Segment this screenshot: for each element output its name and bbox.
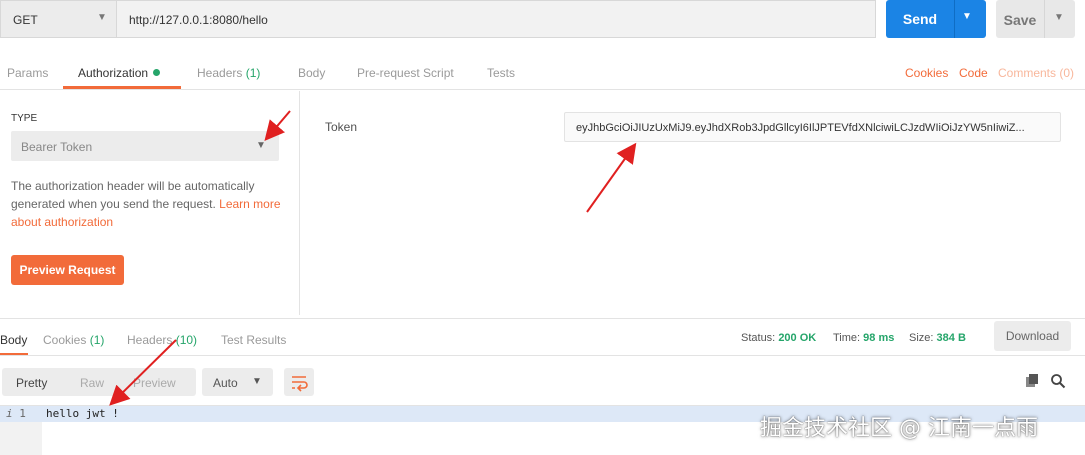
- arrow-to-token: [586, 142, 637, 213]
- time-value: 98 ms: [863, 332, 895, 344]
- url-value: http://127.0.0.1:8080/hello: [129, 13, 268, 27]
- chevron-down-icon: ▼: [252, 376, 262, 387]
- send-button[interactable]: Send ▼: [886, 0, 986, 38]
- tab-tests[interactable]: Tests: [487, 66, 515, 80]
- tab-response-body[interactable]: Body: [0, 333, 27, 347]
- tab-label: Test Results: [221, 333, 287, 347]
- tab-count: (10): [175, 333, 198, 347]
- token-input[interactable]: eyJhbGciOiJIUzUxMiJ9.eyJhdXRob3JpdGllcyI…: [564, 112, 1061, 142]
- tab-label: Tests: [487, 66, 516, 80]
- tab-count: (1): [89, 333, 105, 347]
- response-body-text: hello jwt !: [46, 407, 119, 420]
- status-info: Status: 200 OK: [741, 332, 816, 344]
- fold-icon: i: [6, 407, 13, 420]
- chevron-down-icon: ▼: [97, 12, 107, 23]
- tab-headers[interactable]: Headers (1): [197, 66, 260, 80]
- tab-label: Headers: [127, 333, 173, 347]
- cookies-link[interactable]: Cookies: [905, 66, 948, 80]
- line-number-value: 1: [19, 407, 26, 420]
- method-select[interactable]: GET ▼: [0, 0, 117, 38]
- view-mode-group: Pretty Raw Preview: [2, 368, 196, 396]
- send-label: Send: [902, 11, 938, 27]
- watermark: 掘金技术社区 @ 江南一点雨: [760, 416, 1038, 441]
- search-icon[interactable]: [1050, 373, 1066, 392]
- time-info: Time: 98 ms: [833, 332, 894, 344]
- wrap-button[interactable]: [284, 368, 314, 396]
- method-value: GET: [13, 13, 38, 27]
- tab-response-headers[interactable]: Headers (10): [127, 333, 197, 347]
- size-value: 384 B: [936, 332, 966, 344]
- chevron-down-icon: ▼: [256, 140, 266, 151]
- send-divider: [954, 0, 955, 38]
- copy-icon[interactable]: [1024, 373, 1040, 392]
- auth-type-value: Bearer Token: [21, 140, 93, 154]
- size-info: Size: 384 B: [909, 332, 966, 344]
- active-dot-icon: [153, 69, 161, 76]
- token-label: Token: [325, 120, 358, 134]
- wrap-icon: [292, 376, 308, 392]
- tab-label: Body: [0, 333, 28, 347]
- format-select[interactable]: Auto ▼: [202, 368, 273, 396]
- request-tabs: Params Authorization Headers (1) Body Pr…: [0, 50, 1085, 90]
- save-label: Save: [1003, 12, 1037, 28]
- send-dropdown-icon[interactable]: ▼: [962, 11, 972, 22]
- auth-type-select[interactable]: Bearer Token ▼: [11, 131, 279, 161]
- tab-params[interactable]: Params: [7, 66, 48, 80]
- comments-link[interactable]: Comments (0): [998, 66, 1074, 80]
- code-link[interactable]: Code: [959, 66, 988, 80]
- tab-label: Pre-request Script: [357, 66, 454, 80]
- tab-label: Cookies: [43, 333, 87, 347]
- tab-count: (1): [245, 66, 261, 80]
- download-button[interactable]: Download: [994, 321, 1071, 351]
- type-label: TYPE: [11, 113, 38, 124]
- view-preview[interactable]: Preview: [133, 376, 176, 390]
- tab-label: Body: [298, 66, 326, 80]
- tab-label: Headers: [197, 66, 243, 80]
- response-tabs: Body Cookies (1) Headers (10) Test Resul…: [0, 318, 1085, 356]
- time-label: Time:: [833, 332, 861, 344]
- tab-body[interactable]: Body: [298, 66, 325, 80]
- line-number: i 1: [6, 407, 26, 420]
- tab-pre-request-script[interactable]: Pre-request Script: [357, 66, 454, 80]
- status-value: 200 OK: [778, 332, 817, 344]
- tab-authorization[interactable]: Authorization: [78, 66, 161, 80]
- preview-request-button[interactable]: Preview Request: [11, 255, 124, 285]
- token-value: eyJhbGciOiJIUzUxMiJ9.eyJhdXRob3JpdGllcyI…: [576, 122, 1025, 134]
- size-label: Size:: [909, 332, 934, 344]
- save-button[interactable]: Save ▼: [996, 0, 1075, 38]
- tab-label: Authorization: [78, 66, 149, 80]
- view-raw[interactable]: Raw: [80, 376, 104, 390]
- tab-response-cookies[interactable]: Cookies (1): [43, 333, 104, 347]
- active-response-tab-indicator: [0, 353, 28, 355]
- url-input[interactable]: http://127.0.0.1:8080/hello: [117, 0, 876, 38]
- auth-description: The authorization header will be automat…: [11, 177, 286, 231]
- tab-label: Params: [7, 66, 49, 80]
- description-text: The authorization header will be automat…: [11, 179, 255, 211]
- save-divider: [1044, 0, 1045, 38]
- save-dropdown-icon[interactable]: ▼: [1054, 12, 1064, 23]
- tab-test-results[interactable]: Test Results: [221, 333, 286, 347]
- active-tab-indicator: [63, 86, 181, 89]
- format-value: Auto: [213, 376, 238, 390]
- status-label: Status:: [741, 332, 776, 344]
- view-pretty[interactable]: Pretty: [16, 376, 47, 390]
